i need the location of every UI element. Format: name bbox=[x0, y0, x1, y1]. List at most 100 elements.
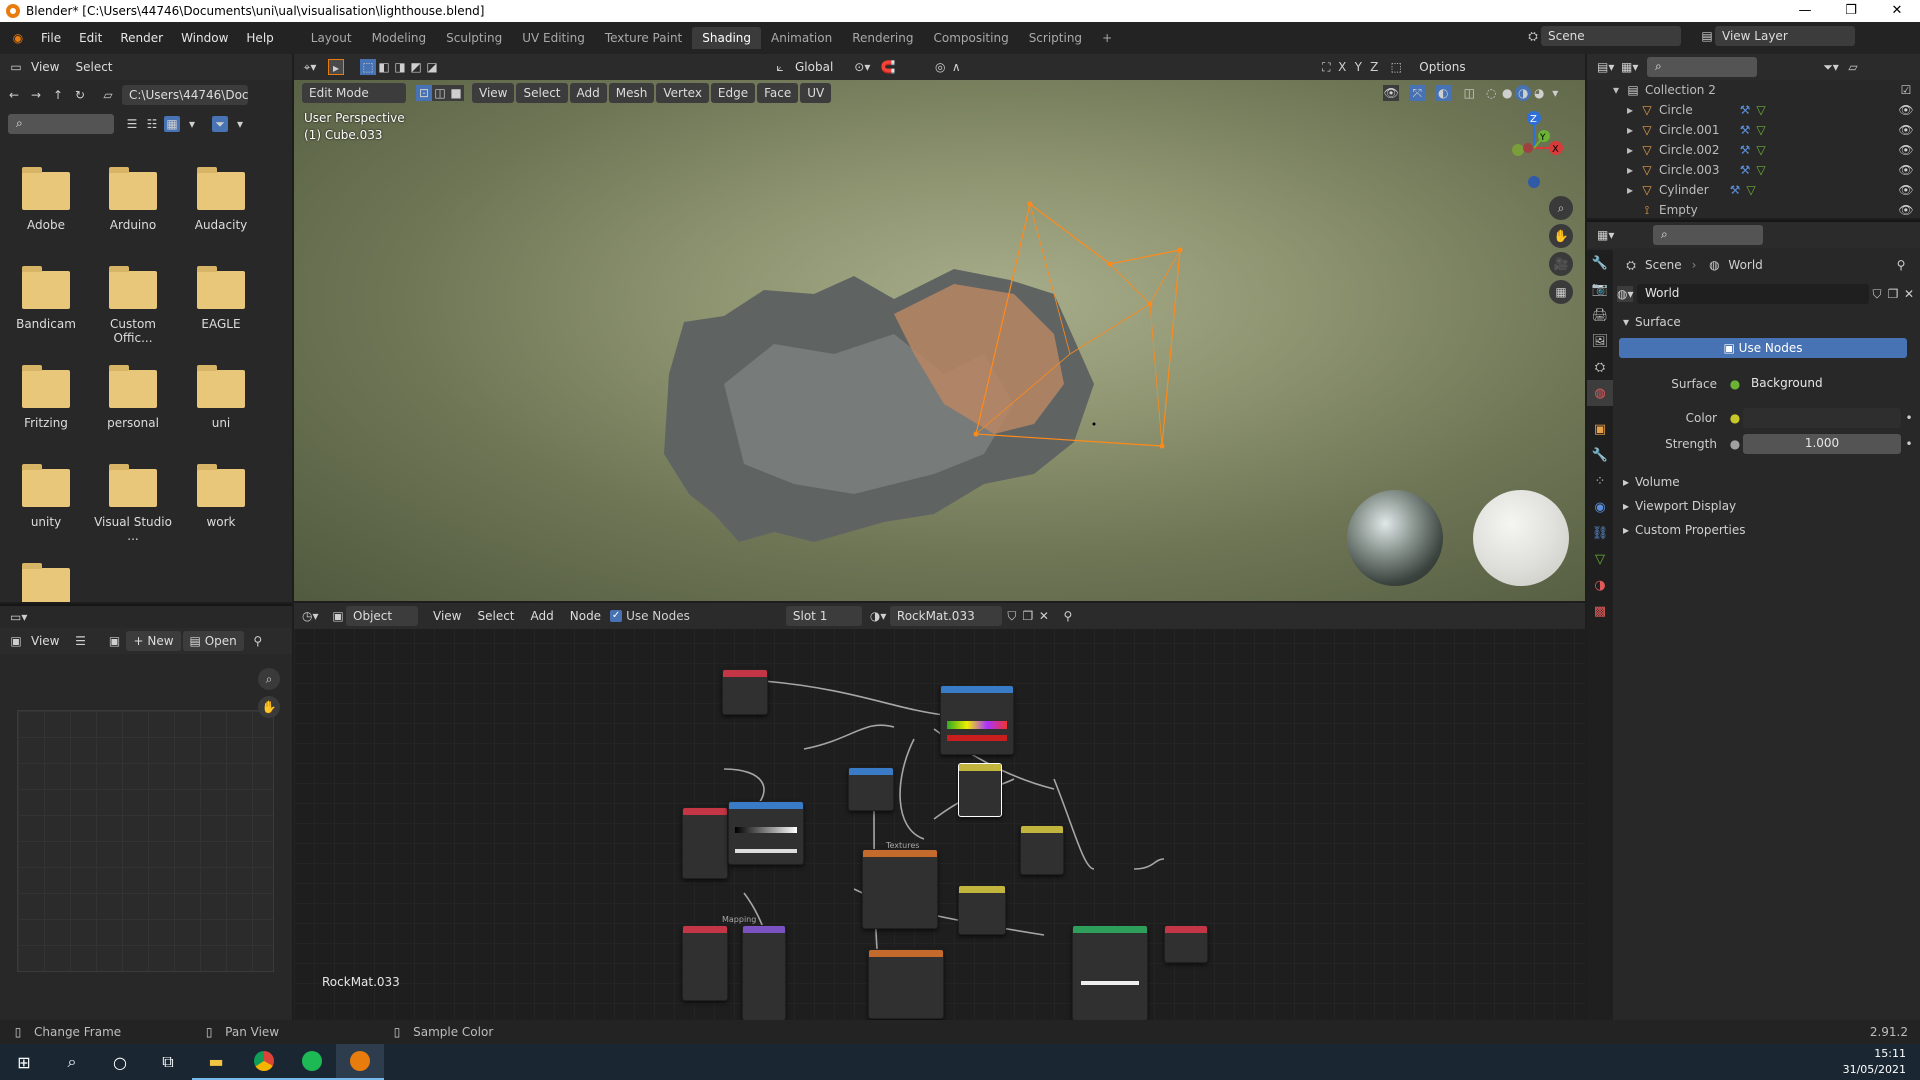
image-menu-view[interactable]: View bbox=[24, 631, 66, 651]
pivot-icon[interactable]: ⊙▾ bbox=[854, 59, 870, 75]
chevron-down-icon[interactable]: ▾ bbox=[184, 116, 200, 132]
zoom-icon[interactable]: ⌕ bbox=[1549, 196, 1573, 220]
vp-menu-vertex[interactable]: Vertex bbox=[656, 83, 709, 103]
close-icon[interactable]: ✕ bbox=[1036, 608, 1052, 624]
node-principled-bsdf[interactable] bbox=[1072, 925, 1148, 1020]
folder-item[interactable]: Audacity bbox=[181, 167, 261, 232]
ortho-grid-icon[interactable]: ▦ bbox=[1549, 280, 1573, 304]
transform-orientation-dropdown[interactable]: Global bbox=[788, 57, 840, 77]
physics-tab-icon[interactable]: ◉ bbox=[1587, 494, 1613, 520]
zoom-icon[interactable]: ⌕ bbox=[258, 668, 280, 690]
constraints-tab-icon[interactable]: ⛓ bbox=[1587, 520, 1613, 546]
cortana-icon[interactable]: ○ bbox=[96, 1044, 144, 1080]
node-math[interactable] bbox=[848, 767, 894, 811]
folder-item[interactable]: EAGLE bbox=[181, 266, 261, 331]
forward-arrow-icon[interactable]: → bbox=[28, 87, 44, 103]
editor-type-icon[interactable]: ▭▾ bbox=[10, 609, 27, 625]
snap-icon[interactable]: 🧲 bbox=[880, 59, 896, 75]
close-icon[interactable]: ✕ bbox=[1901, 286, 1917, 302]
tab-shading[interactable]: Shading bbox=[692, 27, 761, 49]
eye-icon[interactable]: 👁 bbox=[1898, 202, 1914, 218]
add-workspace-button[interactable]: + bbox=[1092, 27, 1122, 49]
render-tab-icon[interactable]: 📷 bbox=[1587, 276, 1613, 302]
image-browse-icon[interactable]: ▣ bbox=[106, 633, 122, 649]
blender-menu-icon[interactable]: ◉ bbox=[10, 30, 26, 46]
world-tab-icon[interactable]: ◍ bbox=[1587, 380, 1613, 406]
gizmo-icon[interactable]: ⤧ bbox=[1409, 85, 1426, 101]
shader-type-dropdown[interactable]: Object bbox=[346, 606, 418, 626]
file-search-input[interactable]: ⌕ bbox=[8, 114, 114, 134]
camera-icon[interactable]: 🎥 bbox=[1549, 252, 1573, 276]
new-collection-icon[interactable]: ▱ bbox=[1845, 59, 1861, 75]
tab-rendering[interactable]: Rendering bbox=[842, 27, 923, 49]
filter-icon[interactable]: ⏷▾ bbox=[1823, 59, 1839, 75]
folder-item[interactable]: Adobe bbox=[6, 167, 86, 232]
shader-node-editor[interactable]: ◷▾ ▣ Object View Select Add Node ✓ Use N… bbox=[294, 603, 1585, 1020]
output-tab-icon[interactable]: 🖨 bbox=[1587, 302, 1613, 328]
eye-icon[interactable]: 👁 bbox=[1898, 142, 1914, 158]
world-name-field[interactable]: World bbox=[1637, 284, 1869, 304]
folder-item[interactable]: Custom Offic... bbox=[93, 266, 173, 345]
eye-icon[interactable]: 👁 bbox=[1898, 162, 1914, 178]
tab-scripting[interactable]: Scripting bbox=[1019, 27, 1092, 49]
fake-user-icon[interactable]: ⛉ bbox=[1004, 608, 1020, 624]
node-color-ramp[interactable] bbox=[940, 685, 1014, 755]
mirror-y-toggle[interactable]: Y bbox=[1350, 59, 1366, 75]
eye-icon[interactable]: 👁 bbox=[1898, 122, 1914, 138]
tab-uv-editing[interactable]: UV Editing bbox=[512, 27, 595, 49]
properties-search-input[interactable]: ⌕ bbox=[1653, 225, 1763, 245]
overlay-icon[interactable]: ◐ bbox=[1435, 85, 1452, 101]
image-editor-mode-icon[interactable]: ▣ bbox=[8, 633, 24, 649]
strength-field[interactable]: 1.000 bbox=[1743, 434, 1901, 454]
new-folder-icon[interactable]: ▱ bbox=[100, 87, 116, 103]
folder-item[interactable]: work bbox=[181, 464, 261, 529]
outliner-item[interactable]: ▸ ▽ Circle.002 ⚒ ▽ 👁 bbox=[1613, 140, 1920, 160]
vp-menu-view[interactable]: View bbox=[472, 83, 515, 103]
tab-modeling[interactable]: Modeling bbox=[362, 27, 437, 49]
folder-item[interactable]: Bandicam bbox=[6, 266, 86, 331]
pin-icon[interactable]: ⚲ bbox=[250, 633, 266, 649]
falloff-icon[interactable]: ∧ bbox=[948, 59, 964, 75]
chevron-down-icon[interactable]: ▾ bbox=[232, 116, 248, 132]
menu-edit[interactable]: Edit bbox=[70, 31, 111, 45]
rendered-shading-icon[interactable]: ◕ bbox=[1531, 85, 1547, 101]
node-mapping-coords[interactable] bbox=[682, 925, 728, 1001]
keyframe-dot-icon[interactable]: • bbox=[1901, 436, 1917, 452]
editor-type-icon[interactable]: ◷▾ bbox=[302, 608, 319, 624]
select-invert-icon[interactable]: ◩ bbox=[408, 59, 424, 75]
node-material-output[interactable] bbox=[1164, 925, 1208, 963]
task-view-icon[interactable]: ⧉ bbox=[144, 1044, 192, 1080]
pan-hand-icon[interactable]: ✋ bbox=[1549, 224, 1573, 248]
path-field[interactable]: C:\Users\44746\Docu... bbox=[122, 85, 248, 105]
fake-user-icon[interactable]: ⛉ bbox=[1869, 286, 1885, 302]
spotify-icon[interactable] bbox=[288, 1044, 336, 1080]
object-tab-icon[interactable]: ▣ bbox=[1587, 416, 1613, 442]
node-texture-coordinate[interactable] bbox=[722, 669, 768, 715]
eye-icon[interactable]: 👁 bbox=[1898, 182, 1914, 198]
editor-type-icon[interactable]: ▭ bbox=[8, 59, 24, 75]
duplicate-icon[interactable]: ❐ bbox=[1020, 608, 1036, 624]
outliner-item[interactable]: ▸ ▽ Cylinder ⚒ ▽ 👁 bbox=[1613, 180, 1920, 200]
vp-menu-uv[interactable]: UV bbox=[800, 83, 832, 103]
outliner-item[interactable]: ▸ ▽ Circle ⚒ ▽ 👁 bbox=[1613, 100, 1920, 120]
node-menu-view[interactable]: View bbox=[426, 606, 468, 626]
menu-help[interactable]: Help bbox=[237, 31, 282, 45]
select-intersect-icon[interactable]: ◪ bbox=[424, 59, 440, 75]
duplicate-icon[interactable]: ❐ bbox=[1885, 286, 1901, 302]
node-mapping[interactable] bbox=[742, 925, 786, 1020]
material-browse-icon[interactable]: ◑▾ bbox=[870, 608, 887, 624]
pin-icon[interactable]: ⚲ bbox=[1060, 608, 1076, 624]
fb-menu-select[interactable]: Select bbox=[68, 57, 119, 77]
3d-viewport[interactable]: ⌖▾ ▸ ⬚ ◧ ◨ ◩ ◪ ⟀ Global ⊙▾ 🧲 ◎ ∧ ⛶ X Y Z… bbox=[294, 54, 1585, 601]
node-image-texture[interactable] bbox=[862, 849, 938, 929]
proportional-icon[interactable]: ◎ bbox=[932, 59, 948, 75]
chrome-icon[interactable] bbox=[240, 1044, 288, 1080]
view-layer-selector[interactable]: View Layer bbox=[1715, 26, 1855, 46]
node-image-texture-2[interactable] bbox=[868, 949, 944, 1019]
select-extend-icon[interactable]: ◧ bbox=[376, 59, 392, 75]
use-nodes-checkbox[interactable]: ✓ bbox=[610, 610, 623, 622]
tab-sculpting[interactable]: Sculpting bbox=[436, 27, 512, 49]
xray-icon[interactable]: ◫ bbox=[1461, 85, 1477, 101]
tool-tab-icon[interactable]: 🔧 bbox=[1587, 250, 1613, 276]
volume-panel-header[interactable]: ▸ Volume bbox=[1617, 470, 1917, 494]
